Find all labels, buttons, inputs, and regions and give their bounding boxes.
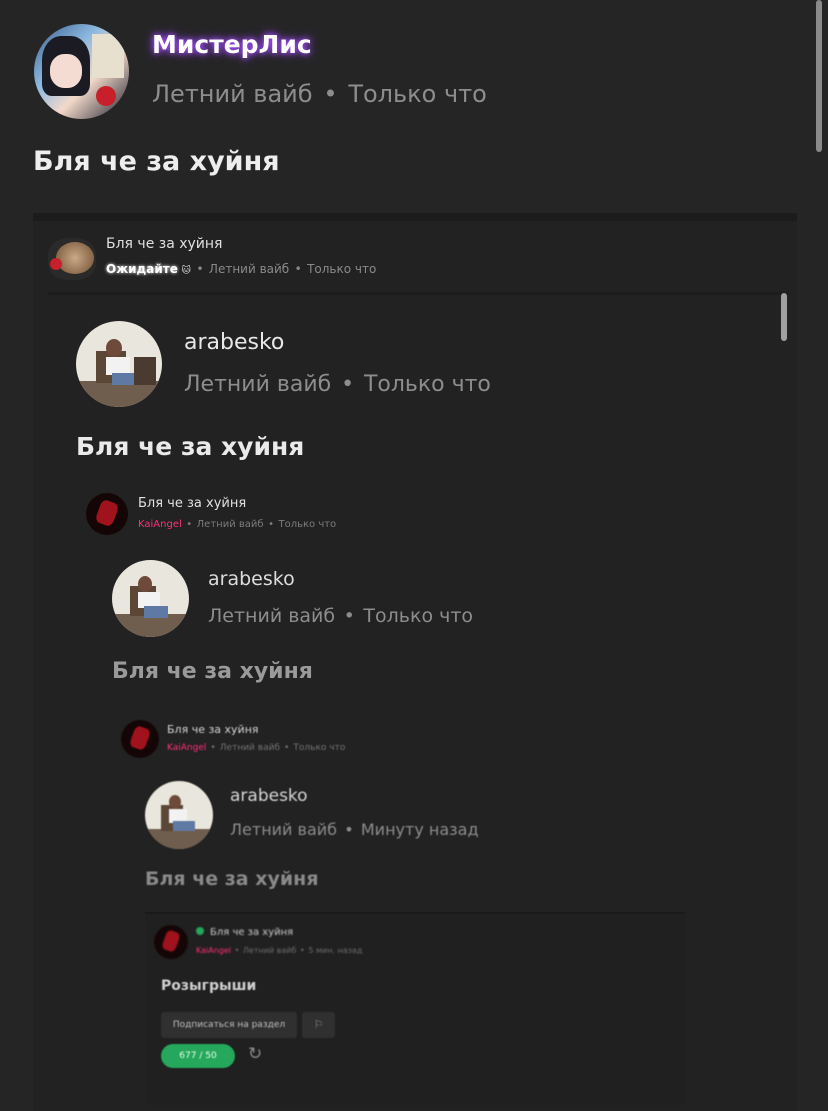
post-time: Только что: [348, 80, 487, 108]
quote-meta: KaiAngel • Летний вайб • Только что: [167, 743, 346, 753]
quote-title: Бля че за хуйня: [167, 723, 259, 736]
quote-category[interactable]: Летний вайб: [197, 519, 264, 530]
category-link[interactable]: Летний вайб: [184, 372, 331, 397]
subscribe-section-label: Подписаться на раздел: [172, 1020, 286, 1030]
flag-button[interactable]: ⚐: [302, 1012, 335, 1038]
quote-time: Только что: [278, 519, 337, 530]
quote-meta: KaiAngel • Летний вайб • 5 мин. назад: [196, 946, 363, 955]
avatar-kaiangel[interactable]: [154, 925, 188, 959]
avatar-arabesko[interactable]: [76, 321, 162, 407]
scrollbar-thumb-inner[interactable]: [781, 293, 787, 341]
section-title: Розыгрыши: [161, 978, 257, 994]
post-text: Бля че за хуйня: [76, 432, 305, 461]
quote-time: 5 мин. назад: [308, 946, 363, 955]
online-status-icon: [196, 927, 204, 935]
quote-title: Бля че за хуйня: [106, 236, 223, 252]
quote-author[interactable]: KaiAngel: [196, 946, 231, 955]
quoted-post-frame: [145, 912, 685, 1105]
post-text: Бля че за хуйня: [33, 146, 280, 177]
post-meta: Летний вайб • Минуту назад: [230, 820, 479, 839]
quote-title: Бля че за хуйня: [138, 496, 247, 511]
counter-value: 677 / 50: [179, 1051, 217, 1061]
category-link[interactable]: Летний вайб: [152, 80, 313, 108]
post-meta: Летний вайб • Только что: [184, 372, 491, 397]
post-time: Только что: [363, 605, 474, 627]
quote-title: Бля че за хуйня: [210, 927, 294, 938]
subscribe-section-button[interactable]: Подписаться на раздел: [161, 1012, 297, 1038]
category-link[interactable]: Летний вайб: [230, 820, 337, 839]
quote-time: Только что: [293, 743, 346, 753]
avatar-arabesko[interactable]: [112, 560, 189, 637]
author-name[interactable]: arabesko: [208, 568, 295, 590]
author-name[interactable]: arabesko: [184, 330, 284, 355]
avatar-kaiangel[interactable]: [86, 493, 128, 535]
badge-icon: 🐱: [181, 266, 192, 276]
post-time: Минуту назад: [360, 820, 479, 839]
scrollbar-thumb[interactable]: [816, 0, 822, 152]
divider: [48, 292, 788, 295]
avatar-quote1[interactable]: [48, 238, 96, 280]
post-time: Только что: [363, 372, 491, 397]
quote-meta: Ожидайте 🐱 • Летний вайб • Только что: [106, 262, 377, 276]
author-name[interactable]: МистерЛис: [152, 30, 312, 59]
post-text: Бля че за хуйня: [112, 659, 313, 684]
post-meta: Летний вайб • Только что: [208, 605, 474, 627]
post-text: Бля че за хуйня: [145, 868, 319, 890]
quote-author[interactable]: KaiAngel: [138, 519, 182, 530]
quote-meta: KaiAngel • Летний вайб • Только что: [138, 519, 337, 530]
quote-title-row: Бля че за хуйня: [196, 927, 293, 938]
avatar-arabesko[interactable]: [145, 781, 213, 849]
quote-category[interactable]: Летний вайб: [243, 946, 297, 955]
category-link[interactable]: Летний вайб: [208, 605, 335, 627]
quote-category[interactable]: Летний вайб: [209, 262, 289, 276]
author-name[interactable]: arabesko: [230, 786, 308, 806]
quote-author[interactable]: KaiAngel: [167, 743, 206, 753]
avatar-kaiangel[interactable]: [121, 720, 159, 758]
flag-icon: ⚐: [313, 1018, 324, 1031]
quote-category[interactable]: Летний вайб: [220, 743, 280, 753]
quote-time: Только что: [307, 262, 377, 276]
counter-badge[interactable]: 677 / 50: [161, 1044, 235, 1068]
refresh-icon[interactable]: ↻: [248, 1044, 262, 1064]
quote-author[interactable]: Ожидайте: [106, 262, 178, 276]
post-meta: Летний вайб • Только что: [152, 80, 487, 108]
avatar-misterlis[interactable]: [34, 24, 129, 119]
